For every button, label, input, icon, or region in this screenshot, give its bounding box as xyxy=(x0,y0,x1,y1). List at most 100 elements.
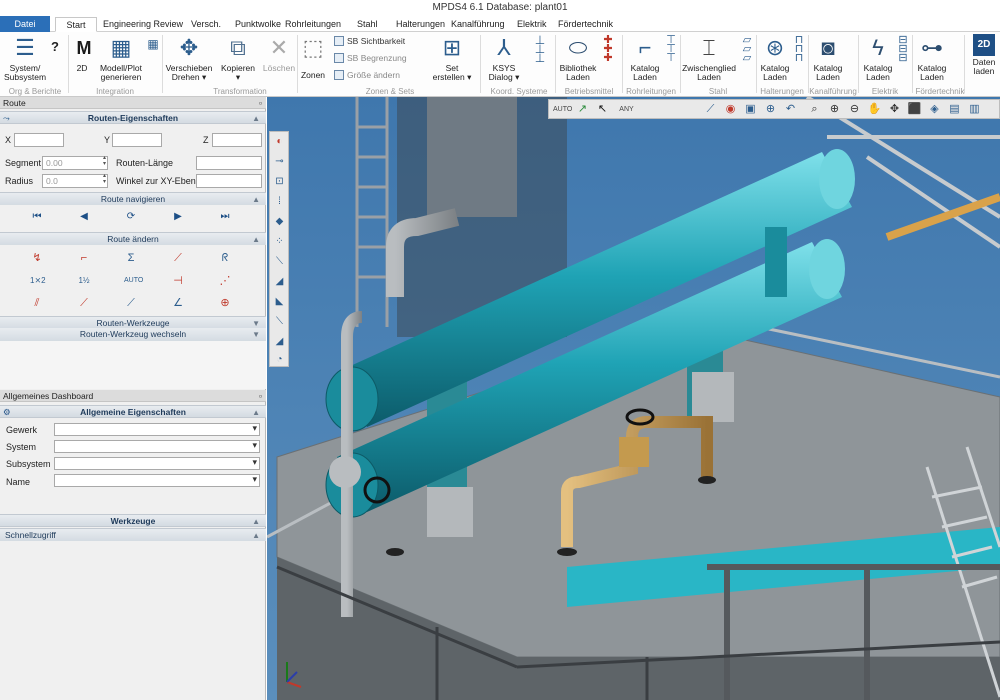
zoom-window-icon[interactable]: ⊕ xyxy=(763,102,778,117)
any-select-icon[interactable]: ANY xyxy=(619,102,634,117)
allgemeine-eigenschaften-header[interactable]: ⚙ Allgemeine Eigenschaften ▲ xyxy=(0,405,266,418)
y-input[interactable] xyxy=(112,133,162,147)
schnellzugriff-header[interactable]: Schnellzugriff ▲ xyxy=(0,528,266,541)
katalog-laden-foerder-button[interactable]: ⊶ Katalog Laden xyxy=(914,34,950,82)
pointer-select-icon[interactable]: ↖ xyxy=(595,102,610,117)
view-cube-icon[interactable]: ⬛ xyxy=(907,102,922,117)
previous-point-icon[interactable]: ◀ xyxy=(77,210,91,223)
crosshair-icon[interactable]: ⊕ xyxy=(218,296,232,310)
refresh-icon[interactable]: ⟳ xyxy=(124,210,138,223)
route-edit-icon-6[interactable]: 1⨯2 xyxy=(30,274,46,288)
name-select[interactable] xyxy=(54,474,260,487)
zwischenglied-laden-button[interactable]: ⌶ Zwischenglied Laden xyxy=(681,34,737,82)
route-edit-icon-12[interactable]: ⟋ xyxy=(77,296,91,310)
tab-engineering-review[interactable]: Engineering Review xyxy=(98,17,188,32)
next-point-icon[interactable]: ▶ xyxy=(171,210,185,223)
route-navigieren-header[interactable]: Route navigieren ▲ xyxy=(0,192,266,205)
zoom-icon[interactable]: ⌕ xyxy=(807,102,822,117)
elektrik-small-icon[interactable]: ⊟ ⊟ ⊟ xyxy=(896,35,910,64)
ksys-small-icon[interactable]: ⊥ ⊥ ⊥ xyxy=(530,34,550,64)
modell-plot-button[interactable]: ▦ Modell/Plot generieren xyxy=(98,34,144,82)
snap-face-icon[interactable]: ◢ xyxy=(272,334,287,349)
zoom-out-icon[interactable]: ⊖ xyxy=(847,102,862,117)
subsystem-select[interactable] xyxy=(54,457,260,470)
katalog-laden-kanal-button[interactable]: ◙ Katalog Laden xyxy=(810,34,846,82)
top-view-icon[interactable]: ▤ xyxy=(947,102,962,117)
kopieren-button[interactable]: ⧉ Kopieren ▾ xyxy=(216,34,260,82)
bibliothek-laden-button[interactable]: ⬭ Bibliothek Laden xyxy=(557,34,599,82)
route-edit-icon-5[interactable]: ᖇ xyxy=(218,251,232,265)
tab-start[interactable]: Start xyxy=(55,17,97,32)
tab-foerdertechnik[interactable]: Fördertechnik xyxy=(553,17,618,32)
tab-rohrleitungen[interactable]: Rohrleitungen xyxy=(280,17,346,32)
route-edit-icon-3[interactable]: Σ xyxy=(124,251,138,265)
route-edit-icon-9[interactable]: ⊣ xyxy=(171,274,185,288)
zonen-button[interactable]: ⬚ Zonen xyxy=(299,34,327,80)
dock-icon[interactable]: ▫ xyxy=(259,97,262,109)
auto-view-icon[interactable]: AUTO xyxy=(553,102,572,117)
snap-angle-icon[interactable]: ◢ xyxy=(272,274,287,289)
equipment-small-icon[interactable]: ✚ ✚ ✚ xyxy=(600,35,616,64)
route-edit-icon-10[interactable]: ⋰ xyxy=(218,274,232,288)
werkzeuge-header[interactable]: Werkzeuge ▲ xyxy=(0,514,266,527)
route-edit-icon-14[interactable]: ∠ xyxy=(171,296,185,310)
route-edit-icon-2[interactable]: ⌐ xyxy=(77,251,91,265)
tab-versch[interactable]: Versch. xyxy=(186,17,226,32)
snap-grid-icon[interactable]: ⁘ xyxy=(272,234,287,249)
route-edit-icon-8[interactable]: AUTO xyxy=(124,274,143,288)
route-edit-icon-7[interactable]: 1½ xyxy=(77,274,91,288)
system-subsystem-button[interactable]: ☰ System/ Subsystem xyxy=(4,34,46,82)
katalog-laden-elektrik-button[interactable]: ϟ Katalog Laden xyxy=(860,34,896,82)
snap-center-icon[interactable]: ◆ xyxy=(272,214,287,229)
tab-punktwolke[interactable]: Punktwolke xyxy=(230,17,286,32)
ksys-dialog-button[interactable]: ⅄ KSYS Dialog ▾ xyxy=(484,34,524,82)
route-edit-icon-13[interactable]: ⟋ xyxy=(124,296,138,310)
tab-stahl[interactable]: Stahl xyxy=(352,17,383,32)
route-edit-icon-11[interactable]: ⫽ xyxy=(30,296,44,310)
verschieben-drehen-button[interactable]: ✥ Verschieben Drehen ▾ xyxy=(164,34,214,82)
snap-point-icon[interactable]: ⊡ xyxy=(272,174,287,189)
more-views-icon[interactable]: ▥ xyxy=(967,102,982,117)
tab-kanalfuehrung[interactable]: Kanalführung xyxy=(446,17,510,32)
section-icon[interactable]: ◉ xyxy=(723,102,738,117)
snap-edge-icon[interactable]: ⟍ xyxy=(272,314,287,329)
tab-halterungen[interactable]: Halterungen xyxy=(391,17,450,32)
help-button[interactable]: ? xyxy=(48,40,62,53)
sb-begrenzung-button[interactable]: SB Begrenzung xyxy=(334,53,407,63)
loeschen-button[interactable]: ✕ Löschen xyxy=(262,34,296,73)
dock-icon[interactable]: ▫ xyxy=(259,390,262,402)
iso-view-icon[interactable]: ◈ xyxy=(927,102,942,117)
m2d-button[interactable]: M 2D xyxy=(70,34,94,73)
steel-small-icon[interactable]: ▱ ▱ ▱ xyxy=(740,35,754,64)
x-input[interactable] xyxy=(14,133,64,147)
clip-box-icon[interactable]: ▣ xyxy=(743,102,758,117)
tab-datei[interactable]: Datei xyxy=(0,16,50,32)
routen-werkzeug-wechseln-header[interactable]: Routen-Werkzeug wechseln ▼ xyxy=(0,328,266,341)
katalog-laden-halterungen-button[interactable]: ⊛ Katalog Laden xyxy=(758,34,792,82)
route-aendern-header[interactable]: Route ändern ▲ xyxy=(0,232,266,245)
routen-laenge-input[interactable] xyxy=(196,156,262,170)
radius-input[interactable]: 0.0 xyxy=(42,173,108,188)
winkel-input[interactable] xyxy=(196,174,262,188)
tab-elektrik[interactable]: Elektrik xyxy=(512,17,552,32)
z-input[interactable] xyxy=(212,133,262,147)
snap-arc-icon[interactable]: ◔ xyxy=(272,352,287,367)
support-small-icon[interactable]: ⊓ ⊓ ⊓ xyxy=(792,35,806,64)
snap-end-icon[interactable]: ⁞ xyxy=(272,194,287,209)
pipe-small-icon[interactable]: ⊤ ⊤ ⊤ xyxy=(664,35,678,64)
snap-surface-icon[interactable]: ◣ xyxy=(272,294,287,309)
snap-line-icon[interactable]: ⟍ xyxy=(272,254,287,269)
3d-viewport[interactable] xyxy=(267,97,1000,700)
route-edit-icon-1[interactable]: ↯ xyxy=(30,251,44,265)
set-erstellen-button[interactable]: ⊞ Set erstellen ▾ xyxy=(432,34,472,82)
measure-icon[interactable]: ⟋ xyxy=(703,102,718,117)
route-edit-icon-4[interactable]: ⟋ xyxy=(171,251,185,265)
grid-icon[interactable]: ▦ xyxy=(146,38,160,50)
routen-eigenschaften-header[interactable]: ⤳ Routen-Eigenschaften ▲ xyxy=(0,111,266,124)
plant-model-scene[interactable] xyxy=(267,97,1000,700)
undo-view-icon[interactable]: ↶ xyxy=(783,102,798,117)
snap-icon[interactable]: ◐ xyxy=(272,134,287,149)
first-point-icon[interactable]: ⏮ xyxy=(30,210,44,223)
last-point-icon[interactable]: ⏭ xyxy=(218,210,232,223)
gewerk-select[interactable] xyxy=(54,423,260,436)
